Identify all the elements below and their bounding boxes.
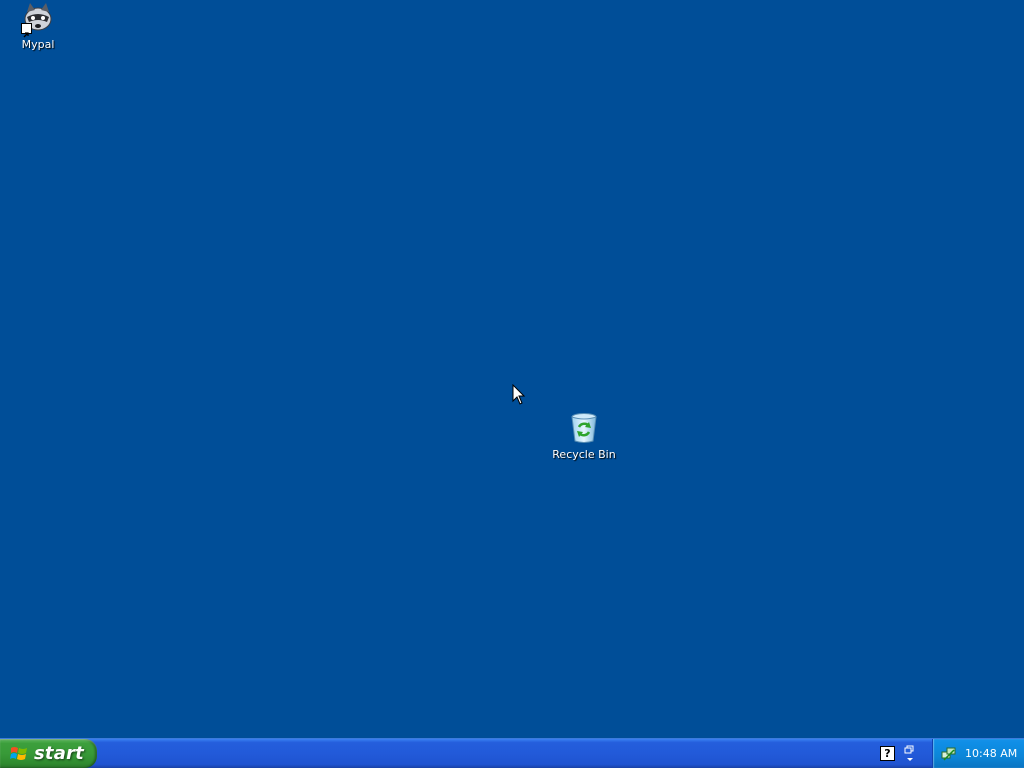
recycle-bin-icon	[567, 412, 601, 444]
network-icon[interactable]	[941, 746, 957, 762]
start-button[interactable]: start	[0, 739, 97, 768]
mouse-pointer-icon	[512, 383, 526, 406]
quick-tray: ?	[876, 739, 932, 768]
mypal-raccoon-icon	[21, 2, 55, 38]
desktop-icon-label: Recycle Bin	[552, 448, 616, 461]
start-label: start	[34, 743, 84, 764]
system-tray: 10:48 AM	[932, 739, 1024, 768]
shortcut-arrow-icon	[21, 23, 32, 38]
restore-windows-icon[interactable]	[904, 744, 916, 764]
desktop-icon-recycle-bin[interactable]: Recycle Bin	[546, 412, 622, 461]
desktop-icon-mypal[interactable]: Mypal	[0, 2, 76, 51]
help-icon[interactable]: ?	[880, 746, 895, 761]
desktop-icon-label: Mypal	[21, 38, 55, 51]
clock[interactable]: 10:48 AM	[965, 747, 1017, 760]
desktop[interactable]: Mypal Recycle Bin	[0, 0, 1024, 738]
windows-logo-icon	[10, 746, 27, 760]
taskbar: start ? 10:48 AM	[0, 738, 1024, 768]
